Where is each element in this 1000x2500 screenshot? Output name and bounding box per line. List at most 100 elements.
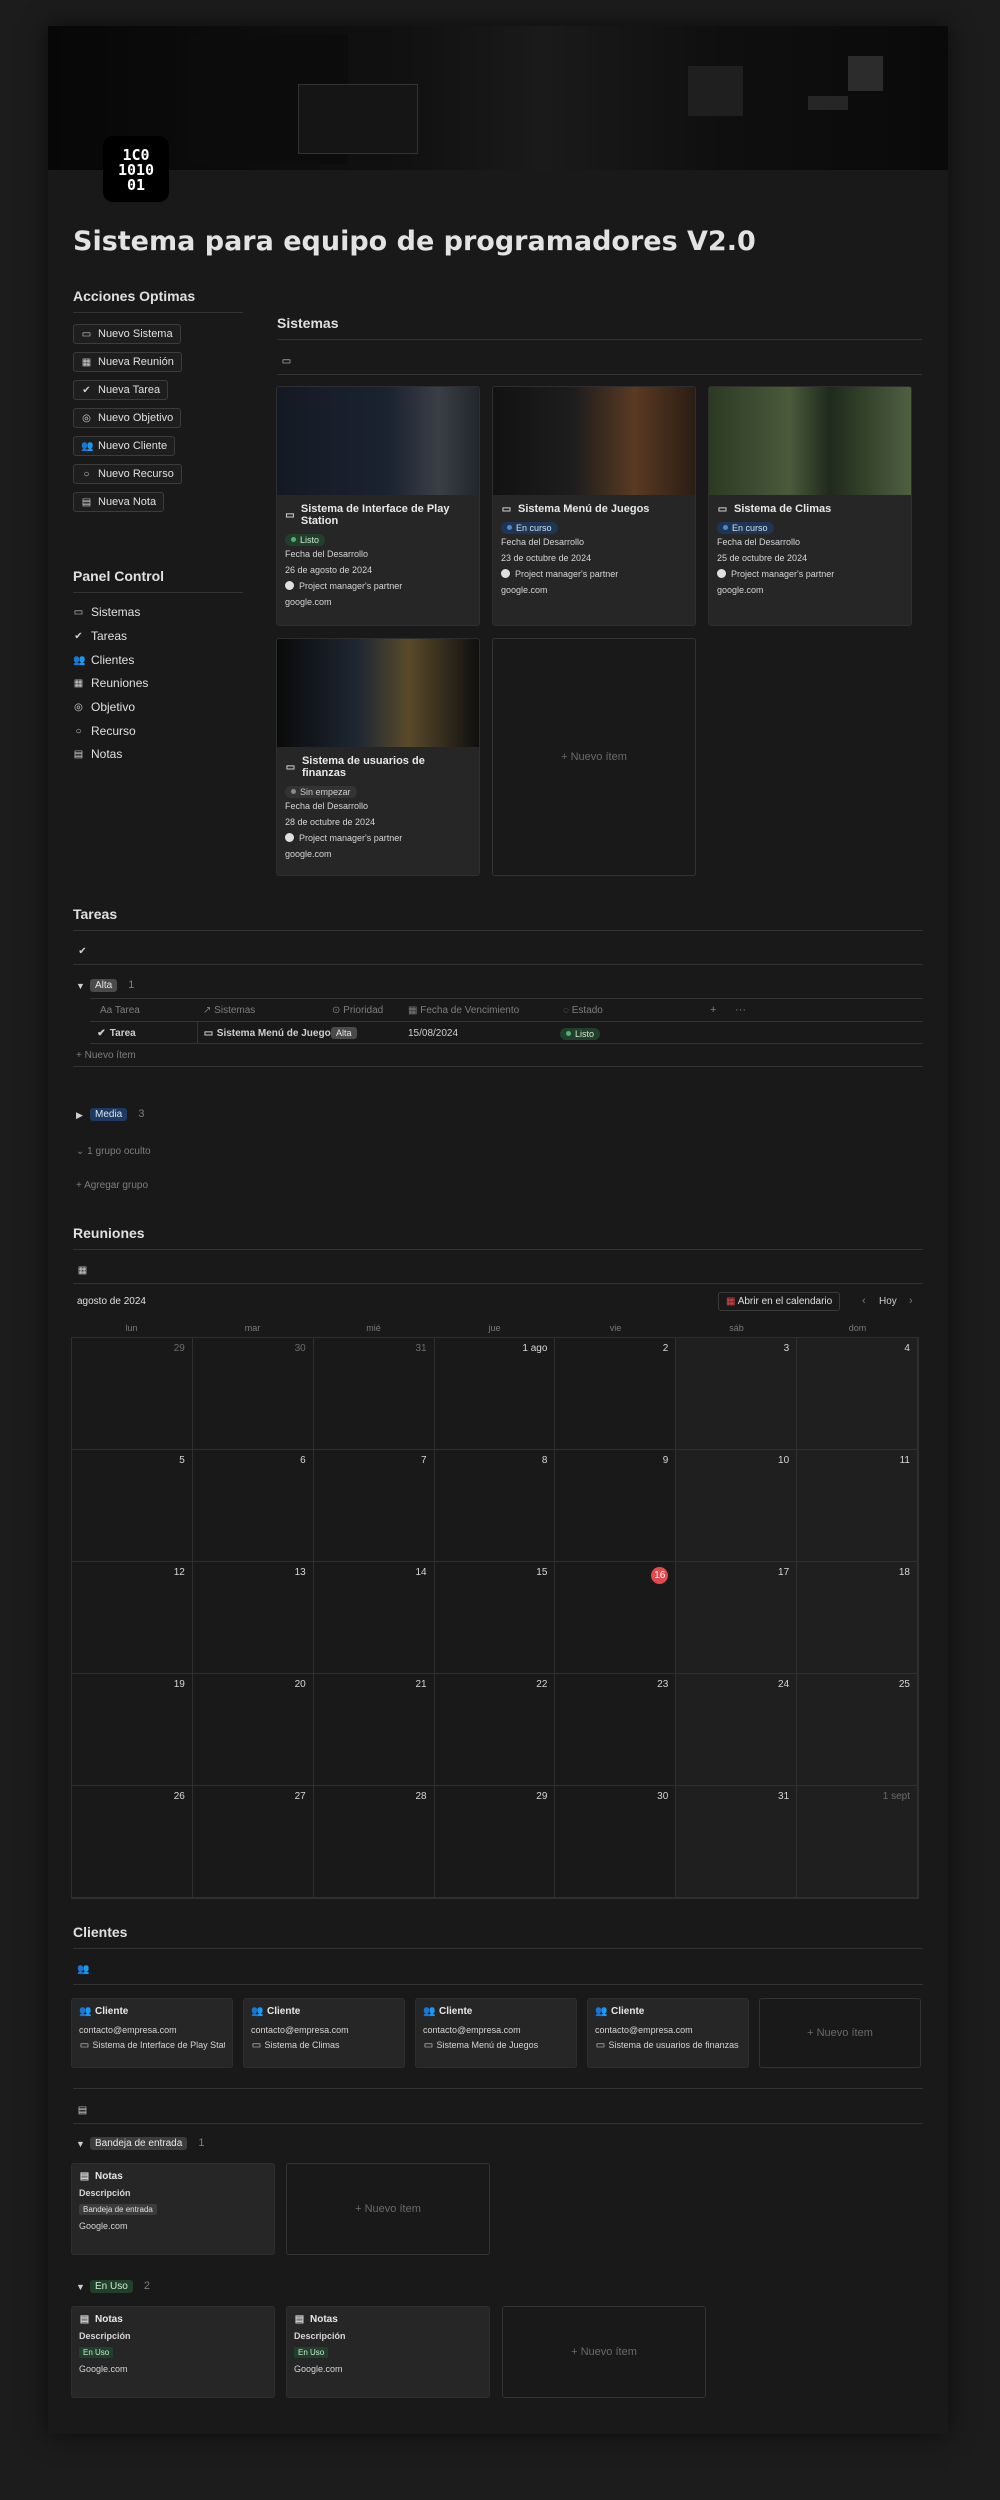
nota-card[interactable]: ▤ Notas Descripción En Uso Google.com — [286, 2306, 490, 2398]
nota-card[interactable]: ▤ Notas Descripción Bandeja de entrada Go… — [71, 2163, 275, 2255]
calendar-day[interactable]: 24 — [676, 1674, 798, 1786]
task-row[interactable]: ✔ Tarea — [96, 1028, 135, 1039]
calendar-day[interactable]: 3 — [676, 1338, 798, 1450]
group-alta[interactable]: Alta 1 — [90, 979, 134, 992]
hidden-groups[interactable]: ⌄ 1 grupo oculto — [76, 1146, 151, 1157]
cliente-card[interactable]: 👥 Cliente contacto@empresa.com ▭ Sistema … — [243, 1998, 405, 2068]
next-month-icon[interactable]: › — [909, 1295, 913, 1307]
nuevo-cliente-button[interactable]: 👥 Nuevo Cliente — [73, 436, 176, 456]
calendar-day-today[interactable]: 16 — [555, 1562, 677, 1674]
calendar-day[interactable]: 9 — [555, 1450, 677, 1562]
group-media[interactable]: Media 3 — [90, 1108, 144, 1121]
nota-card[interactable]: ▤ Notas Descripción En Uso Google.com — [71, 2306, 275, 2398]
nuevo-sistema-button[interactable]: ▭ Nuevo Sistema — [73, 324, 181, 344]
panel-item-recurso[interactable]: ○ Recurso — [73, 724, 135, 738]
calendar-day[interactable]: 29 — [72, 1338, 193, 1450]
calendar-day[interactable]: 10 — [676, 1450, 798, 1562]
new-item-button[interactable]: + Nuevo ítem — [502, 2306, 706, 2398]
calendar-day[interactable]: 20 — [192, 1674, 314, 1786]
panel-item-reuniones[interactable]: ▦ Reuniones — [73, 676, 149, 690]
calendar-day[interactable]: 5 — [72, 1450, 193, 1562]
more-icon[interactable]: ··· — [735, 1004, 746, 1016]
calendar-day[interactable]: 17 — [676, 1562, 798, 1674]
calendar-day[interactable]: 26 — [72, 1786, 193, 1898]
nueva-reunion-button[interactable]: ▦ Nueva Reunión — [73, 352, 182, 372]
cliente-card[interactable]: 👥 Cliente contacto@empresa.com ▭ Sistema … — [415, 1998, 577, 2068]
today-button[interactable]: Hoy — [879, 1296, 897, 1307]
collapse-toggle[interactable]: ▼ — [76, 2282, 85, 2292]
calendar-day[interactable]: 15 — [434, 1562, 556, 1674]
calendar-day[interactable]: 7 — [313, 1450, 435, 1562]
prev-month-icon[interactable]: ‹ — [862, 1295, 866, 1307]
nuevo-objetivo-button[interactable]: ◎ Nuevo Objetivo — [73, 408, 182, 428]
cliente-card[interactable]: 👥 Cliente contacto@empresa.com ▭ Sistema … — [71, 1998, 233, 2068]
card-link[interactable]: google.com — [493, 582, 695, 598]
calendar-day[interactable]: 6 — [192, 1450, 314, 1562]
calendar-day[interactable]: 27 — [192, 1786, 314, 1898]
column-estado[interactable]: ◌ Estado — [563, 1005, 603, 1016]
note-icon[interactable]: ▤ — [77, 2105, 88, 2116]
card-link[interactable]: google.com — [277, 846, 479, 862]
card-link[interactable]: google.com — [277, 594, 479, 610]
column-tarea[interactable]: Aa Tarea — [100, 1005, 140, 1016]
task-system-link[interactable]: ▭ Sistema Menú de Juegos — [203, 1028, 337, 1039]
users-icon[interactable]: 👥 — [77, 1964, 89, 1975]
sistema-card[interactable]: ▭ Sistema de Climas En curso Fecha del De… — [708, 386, 912, 626]
column-sistemas[interactable]: ↗ Sistemas — [203, 1005, 255, 1016]
column-prioridad[interactable]: ⊙ Prioridad — [332, 1005, 383, 1016]
cliente-card[interactable]: 👥 Cliente contacto@empresa.com ▭ Sistema … — [587, 1998, 749, 2068]
calendar-day[interactable]: 11 — [797, 1450, 918, 1562]
panel-item-notas[interactable]: ▤ Notas — [73, 747, 123, 761]
new-item-button[interactable]: + Nuevo ítem — [286, 2163, 490, 2255]
new-item-button[interactable]: + Nuevo ítem — [492, 638, 696, 876]
calendar-day[interactable]: 31 — [676, 1786, 798, 1898]
priority-tag: Alta — [331, 1027, 357, 1039]
open-calendar-button[interactable]: ▦ Abrir en el calendario — [718, 1292, 841, 1311]
nuevo-recurso-button[interactable]: ○ Nuevo Recurso — [73, 464, 182, 484]
sistema-card[interactable]: ▭ Sistema de Interface de Play Station Li… — [276, 386, 480, 626]
reuniones-heading: Reuniones — [73, 1225, 145, 1241]
calendar-day[interactable]: 14 — [313, 1562, 435, 1674]
calendar-day[interactable]: 12 — [72, 1562, 193, 1674]
sistema-card[interactable]: ▭ Sistema Menú de Juegos En curso Fecha d… — [492, 386, 696, 626]
group-bandeja[interactable]: Bandeja de entrada 1 — [90, 2137, 204, 2150]
column-fecha[interactable]: ▦ Fecha de Vencimiento — [408, 1005, 519, 1016]
group-en-uso[interactable]: En Uso 2 — [90, 2280, 150, 2293]
calendar-day[interactable]: 28 — [313, 1786, 435, 1898]
calendar-day[interactable]: 21 — [313, 1674, 435, 1786]
collapse-toggle[interactable]: ▼ — [76, 2139, 85, 2149]
new-item-button[interactable]: + Nuevo ítem — [76, 1050, 136, 1061]
calendar-day[interactable]: 23 — [555, 1674, 677, 1786]
panel-item-sistemas[interactable]: ▭ Sistemas — [73, 605, 141, 619]
sistema-card[interactable]: ▭ Sistema de usuarios de finanzas Sin emp… — [276, 638, 480, 876]
calendar-day[interactable]: 8 — [434, 1450, 556, 1562]
add-group-button[interactable]: + Agregar grupo — [76, 1180, 148, 1191]
calendar-icon: ▦ — [81, 356, 92, 368]
nueva-nota-button[interactable]: ▤ Nueva Nota — [73, 492, 165, 512]
collapse-toggle[interactable]: ▼ — [76, 981, 85, 991]
calendar-day[interactable]: 29 — [434, 1786, 556, 1898]
new-item-button[interactable]: + Nuevo ítem — [759, 1998, 921, 2068]
calendar-day[interactable]: 30 — [555, 1786, 677, 1898]
add-column-icon[interactable]: + — [710, 1004, 716, 1016]
window-icon[interactable]: ▭ — [281, 356, 292, 367]
calendar-day[interactable]: 18 — [797, 1562, 918, 1674]
check-circle-icon[interactable]: ✔ — [77, 946, 88, 957]
panel-item-clientes[interactable]: 👥 Clientes — [73, 653, 134, 667]
calendar-day[interactable]: 2 — [555, 1338, 677, 1450]
panel-item-tareas[interactable]: ✔ Tareas — [73, 629, 127, 643]
expand-toggle[interactable]: ▶ — [76, 1110, 83, 1121]
calendar-day[interactable]: 1 sept — [797, 1786, 918, 1898]
calendar-day[interactable]: 4 — [797, 1338, 918, 1450]
calendar-day[interactable]: 19 — [72, 1674, 193, 1786]
calendar-day[interactable]: 1 ago — [434, 1338, 556, 1450]
calendar-day[interactable]: 22 — [434, 1674, 556, 1786]
calendar-icon[interactable]: ▦ — [77, 1265, 88, 1276]
nueva-tarea-button[interactable]: ✔ Nueva Tarea — [73, 380, 169, 400]
calendar-day[interactable]: 25 — [797, 1674, 918, 1786]
calendar-day[interactable]: 31 — [313, 1338, 435, 1450]
card-link[interactable]: google.com — [709, 582, 911, 598]
calendar-day[interactable]: 30 — [192, 1338, 314, 1450]
calendar-day[interactable]: 13 — [192, 1562, 314, 1674]
panel-item-objetivo[interactable]: ◎ Objetivo — [73, 700, 135, 714]
